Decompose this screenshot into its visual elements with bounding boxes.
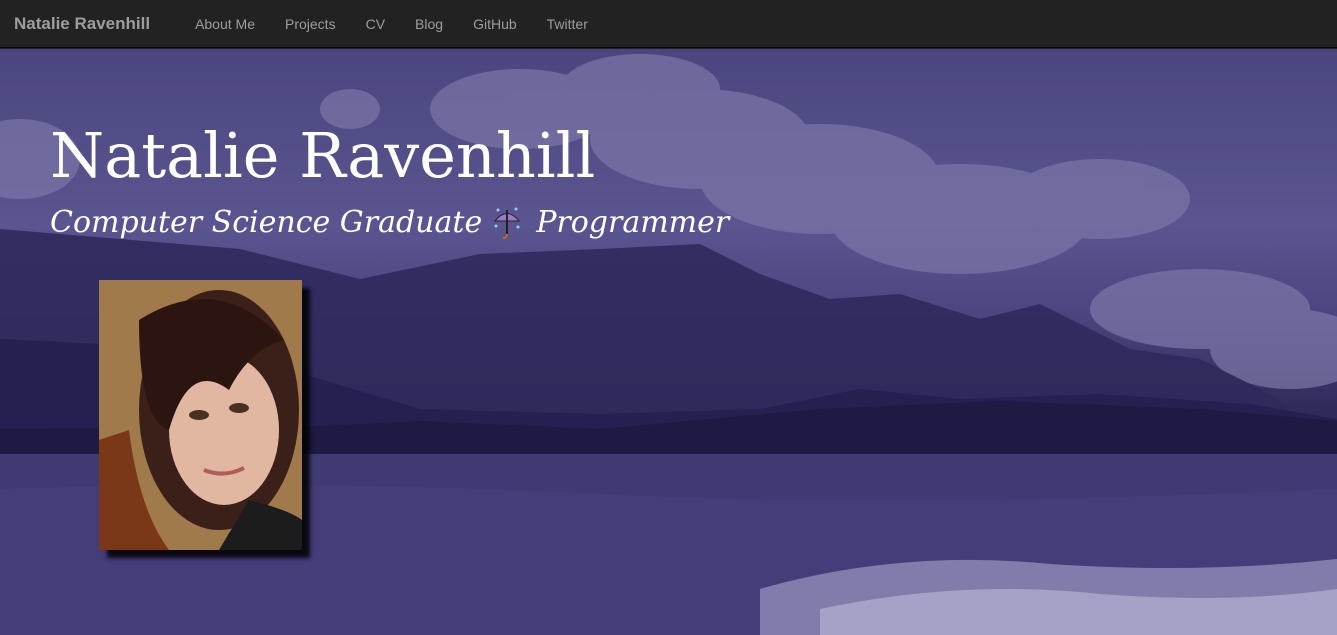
hero-banner: Natalie Ravenhill Computer Science Gradu… bbox=[0, 49, 1337, 635]
top-navbar: Natalie Ravenhill About Me Projects CV B… bbox=[0, 0, 1337, 48]
subtitle-role-1: Computer Science Graduate bbox=[50, 205, 483, 240]
nav-projects[interactable]: Projects bbox=[270, 16, 351, 32]
brand-link[interactable]: Natalie Ravenhill bbox=[0, 14, 180, 34]
nav-github[interactable]: GitHub bbox=[458, 16, 532, 32]
nav-cv[interactable]: CV bbox=[351, 16, 400, 32]
subtitle-role-2: Programmer bbox=[536, 205, 730, 240]
profile-photo bbox=[99, 280, 302, 550]
page-title: Natalie Ravenhill bbox=[50, 119, 596, 192]
page-subtitle: Computer Science Graduate Programmer bbox=[50, 205, 729, 240]
umbrella-with-rain-icon bbox=[492, 206, 522, 240]
nav-blog[interactable]: Blog bbox=[400, 16, 458, 32]
nav-about-me[interactable]: About Me bbox=[180, 16, 270, 32]
nav-twitter[interactable]: Twitter bbox=[532, 16, 603, 32]
